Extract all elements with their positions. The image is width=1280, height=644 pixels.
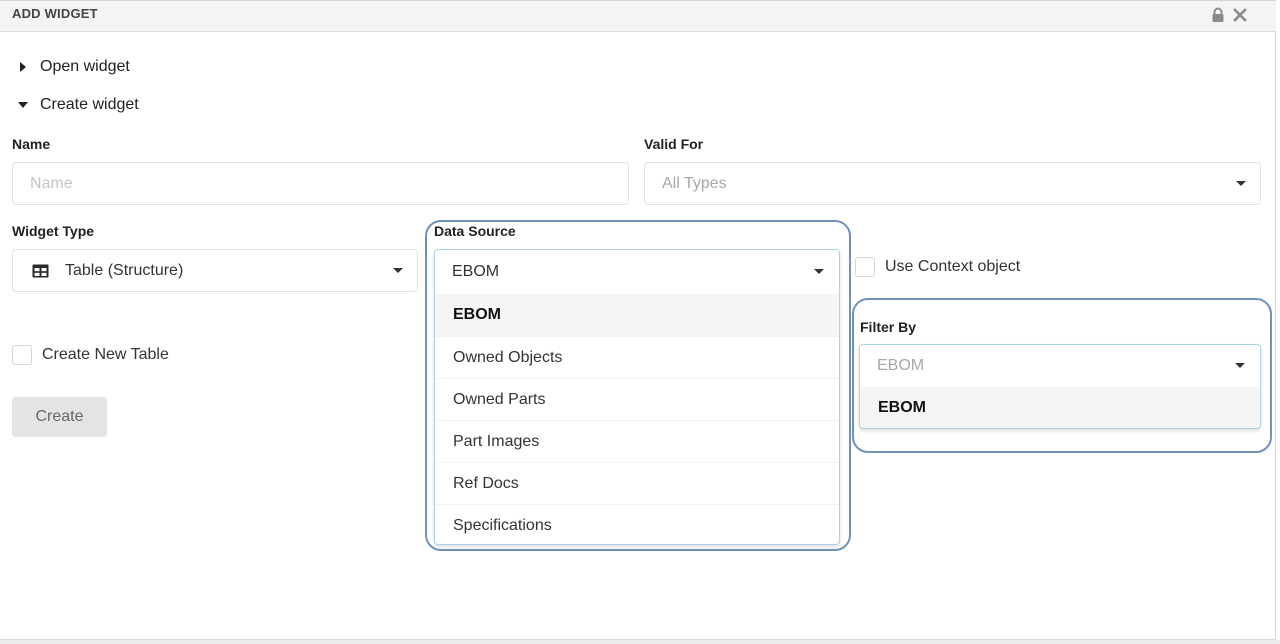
widget-type-select[interactable]: Table (Structure) xyxy=(12,249,418,292)
add-widget-dialog: ADD WIDGET Open widget Create widget Nam… xyxy=(0,0,1276,640)
data-source-value: EBOM xyxy=(452,263,500,280)
valid-for-placeholder: All Types xyxy=(662,174,727,192)
table-icon xyxy=(32,264,49,278)
filter-by-value: EBOM xyxy=(877,357,925,374)
valid-for-label: Valid For xyxy=(644,136,704,152)
data-source-option[interactable]: Ref Docs xyxy=(435,462,839,504)
create-widget-label: Create widget xyxy=(40,96,139,113)
bottom-border xyxy=(0,640,1280,644)
lock-icon[interactable] xyxy=(1210,7,1226,23)
data-source-label: Data Source xyxy=(434,223,516,239)
open-widget-label: Open widget xyxy=(40,58,130,75)
widget-type-value: Table (Structure) xyxy=(65,261,184,279)
caret-down-icon xyxy=(16,98,30,112)
create-new-table-row[interactable]: Create New Table xyxy=(12,345,169,365)
data-source-select[interactable]: EBOM xyxy=(435,250,839,294)
name-input[interactable] xyxy=(30,174,628,193)
header-actions xyxy=(1210,7,1248,23)
chevron-down-icon xyxy=(1235,363,1245,368)
data-source-dropdown: EBOM EBOM Owned Objects Owned Parts Part… xyxy=(434,249,840,545)
name-label: Name xyxy=(12,136,51,152)
data-source-option[interactable]: Owned Objects xyxy=(435,336,839,378)
dialog-header: ADD WIDGET xyxy=(0,0,1276,32)
valid-for-select[interactable]: All Types xyxy=(644,162,1261,205)
data-source-option[interactable]: Specifications xyxy=(435,504,839,544)
use-context-checkbox-row[interactable]: Use Context object xyxy=(855,257,1020,277)
data-source-option[interactable]: Owned Parts xyxy=(435,378,839,420)
create-new-table-checkbox[interactable] xyxy=(12,345,32,365)
name-field-wrapper xyxy=(12,162,629,205)
chevron-down-icon xyxy=(1236,180,1246,186)
filter-by-option[interactable]: EBOM xyxy=(860,387,1260,428)
filter-by-select[interactable]: EBOM xyxy=(860,345,1260,387)
chevron-down-icon xyxy=(393,267,403,273)
create-new-table-label: Create New Table xyxy=(42,346,169,363)
filter-by-dropdown: EBOM EBOM xyxy=(859,344,1261,429)
caret-right-icon xyxy=(16,60,30,74)
use-context-label: Use Context object xyxy=(885,258,1021,275)
close-icon[interactable] xyxy=(1232,7,1248,23)
use-context-checkbox[interactable] xyxy=(855,257,875,277)
chevron-down-icon xyxy=(814,269,824,274)
dialog-title: ADD WIDGET xyxy=(12,6,98,21)
create-button[interactable]: Create xyxy=(12,397,107,437)
widget-type-label: Widget Type xyxy=(12,223,95,239)
create-widget-toggle[interactable]: Create widget xyxy=(16,96,139,114)
data-source-option[interactable]: Part Images xyxy=(435,420,839,462)
filter-by-label: Filter By xyxy=(860,319,917,335)
data-source-option[interactable]: EBOM xyxy=(435,294,839,336)
open-widget-toggle[interactable]: Open widget xyxy=(16,58,130,76)
